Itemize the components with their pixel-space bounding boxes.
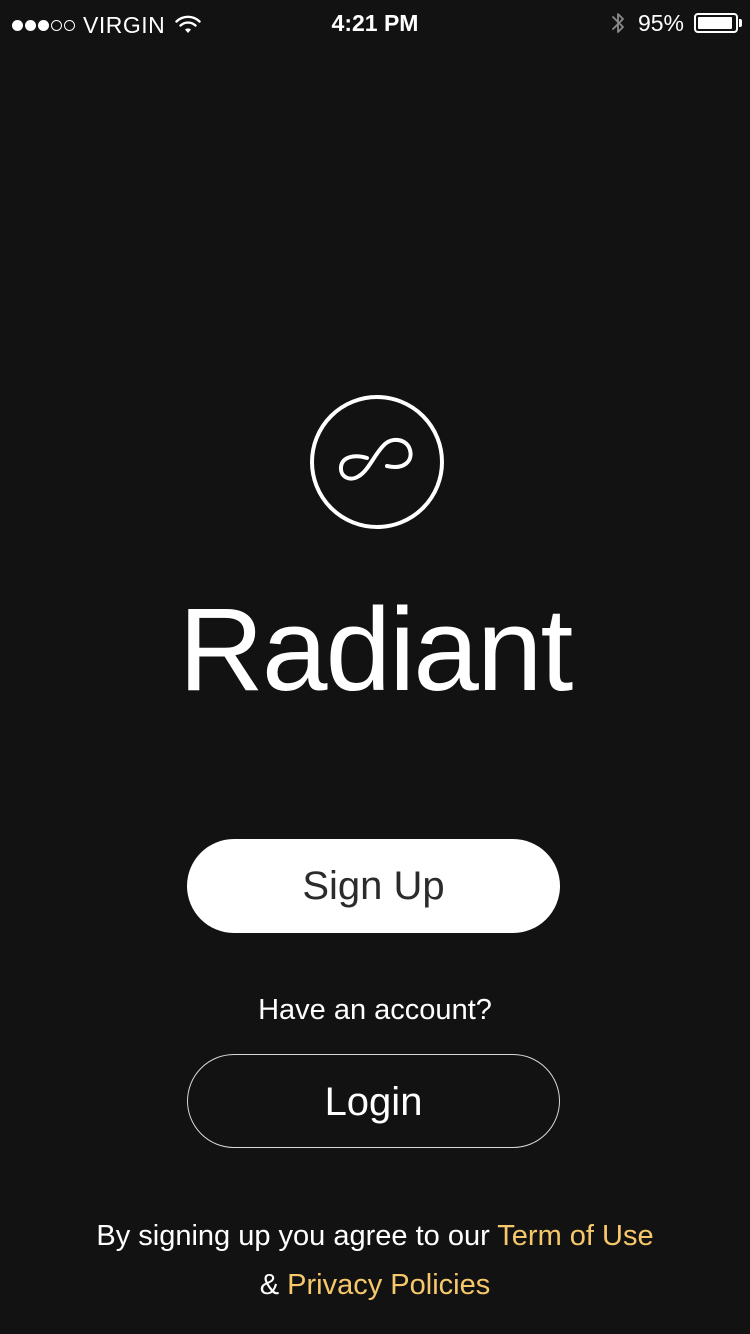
bluetooth-icon — [612, 13, 624, 33]
login-button[interactable]: Login — [187, 1054, 560, 1148]
battery-cap — [739, 19, 742, 27]
infinity-loop-icon — [310, 395, 444, 529]
legal-prefix: By signing up you agree to our — [96, 1220, 490, 1252]
privacy-policies-link[interactable]: Privacy Policies — [287, 1269, 490, 1301]
status-right: 95% — [610, 8, 742, 38]
legal-notice: By signing up you agree to our Term of U… — [0, 1212, 750, 1310]
terms-of-use-link[interactable]: Term of Use — [497, 1220, 653, 1252]
battery-percent: 95% — [637, 9, 684, 36]
have-account-text: Have an account? — [258, 994, 492, 1026]
battery-icon — [694, 13, 742, 33]
battery-fill — [698, 17, 733, 29]
signup-button[interactable]: Sign Up — [187, 839, 560, 933]
legal-and: & — [259, 1269, 280, 1301]
app-title: Radiant — [178, 584, 574, 716]
status-bar: VIRGIN 4:21 PM 95% — [0, 0, 750, 48]
